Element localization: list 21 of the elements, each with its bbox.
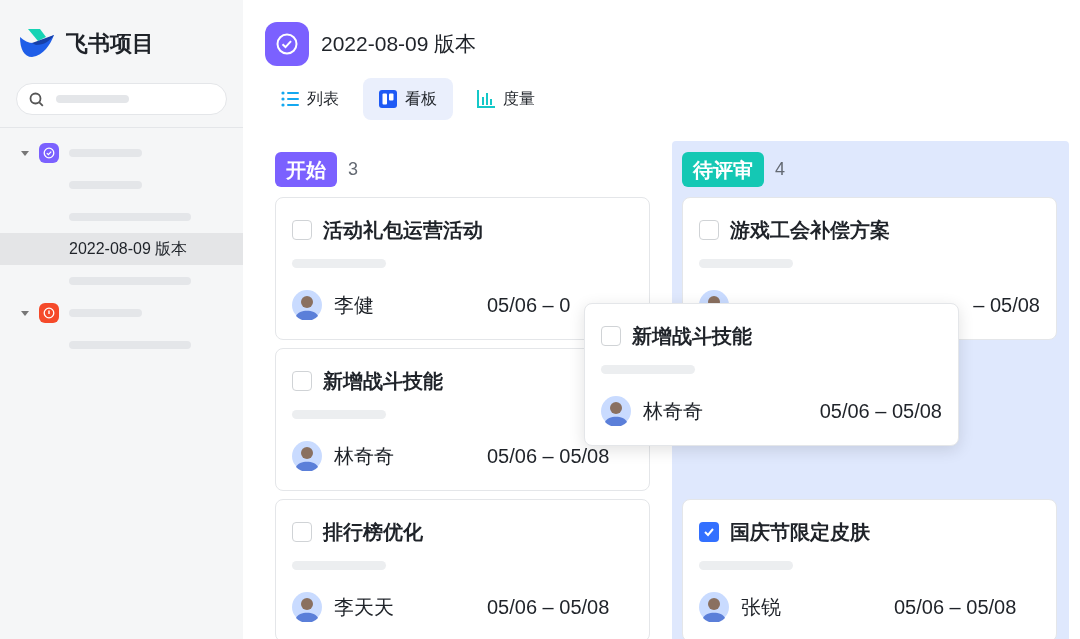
- task-title: 国庆节限定皮肤: [730, 520, 870, 545]
- assignee-name: 李健: [334, 293, 374, 318]
- assignee-name: 林奇奇: [334, 444, 394, 469]
- task-title: 新增战斗技能: [323, 369, 443, 394]
- date-range: 05/06 – 0: [487, 293, 571, 318]
- date-range: – 05/08: [973, 293, 1040, 318]
- date-range: 05/06 – 05/08: [894, 595, 1017, 620]
- date-range: 05/06 – 05/08: [819, 399, 942, 424]
- status-tag: 待评审: [682, 152, 764, 187]
- status-tag: 开始: [275, 152, 337, 187]
- assignee-name: 李天天: [334, 595, 394, 620]
- card-count: 4: [775, 158, 785, 181]
- task-title: 活动礼包运营活动: [323, 218, 483, 243]
- task-title: 排行榜优化: [323, 520, 423, 545]
- page-title: 2022-08-09 版本: [321, 31, 477, 58]
- task-title: 游戏工会补偿方案: [730, 218, 890, 243]
- date-range: 05/06 – 05/08: [487, 444, 610, 469]
- card-count: 3: [348, 158, 358, 181]
- assignee-name: 张锐: [741, 595, 781, 620]
- date-range: 05/06 – 05/08: [487, 595, 610, 620]
- app-name: 飞书项目: [66, 29, 154, 58]
